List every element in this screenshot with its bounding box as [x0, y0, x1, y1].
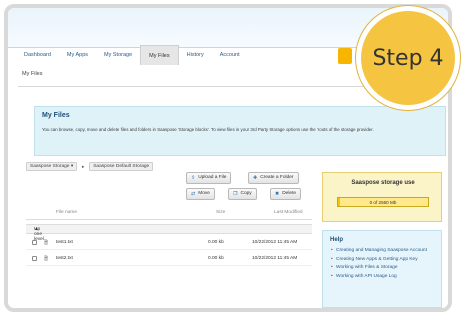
upload-label: Upload a File — [198, 175, 227, 180]
copy-button[interactable]: ❐ Copy — [228, 188, 257, 200]
file-name[interactable]: test1.txt — [56, 240, 73, 245]
copy-icon: ❐ — [233, 191, 238, 197]
step-label: Step 4 — [372, 45, 444, 71]
file-name[interactable]: test2.txt — [56, 256, 73, 261]
page-title: My Files — [22, 71, 43, 77]
table-row[interactable]: 🗎 test2.txt 0.00 kb 10/22/2012 11:45 AM — [26, 252, 312, 266]
delete-label: Delete — [282, 191, 297, 196]
row-checkbox[interactable] — [32, 240, 37, 245]
help-link[interactable]: Working with API Usage Log — [331, 274, 439, 281]
file-icon: 🗎 — [44, 241, 48, 246]
file-modified: 10/22/2012 11:45 AM — [252, 240, 298, 245]
storage-usage-panel: Saaspose storage use 0 of 2560 Mb — [322, 172, 442, 222]
nav-my-storage[interactable]: My Storage — [96, 45, 140, 65]
chevron-down-icon: ▾ — [70, 164, 74, 169]
move-icon: ⇄ — [191, 191, 196, 197]
help-link[interactable]: Creating New Apps & Getting App Key — [331, 257, 439, 264]
upload-icon: ⇪ — [191, 175, 196, 181]
storage-progress-bar: 0 of 2560 Mb — [337, 197, 429, 207]
step-badge: Step 4 — [356, 6, 460, 110]
move-button[interactable]: ⇄ Move — [186, 188, 215, 200]
info-text: You can browse, copy, move and delete fi… — [42, 127, 374, 132]
header-last-modified[interactable]: Last Modified — [274, 210, 303, 215]
create-folder-label: Create a Folder — [260, 175, 294, 180]
header-size[interactable]: Size — [216, 210, 225, 215]
nav-account[interactable]: Account — [212, 45, 248, 65]
storage-usage-text: 0 of 2560 Mb — [369, 200, 397, 205]
delete-button[interactable]: ✖ Delete — [270, 188, 302, 200]
help-link[interactable]: Creating and Managing Saaspose Account — [331, 248, 439, 255]
delete-icon: ✖ — [275, 191, 280, 197]
file-size: 0.00 kb — [208, 256, 224, 261]
upload-file-button[interactable]: ⇪ Upload a File — [186, 172, 232, 184]
storage-select-label: Saaspose Storage — [30, 164, 70, 169]
info-title: My Files — [42, 112, 70, 119]
table-row[interactable]: 🗎 test1.txt 0.00 kb 10/22/2012 11:45 AM — [26, 236, 312, 250]
row-checkbox[interactable] — [32, 256, 37, 261]
breadcrumb: Saaspose Storage ▾ ► Saaspose Default St… — [26, 162, 154, 171]
org-tab[interactable] — [338, 48, 352, 64]
nav-my-files[interactable]: My Files — [140, 45, 179, 65]
help-links: Creating and Managing Saaspose Account C… — [331, 248, 439, 282]
file-size: 0.00 kb — [208, 240, 224, 245]
table-header: File name Size Last Modified — [26, 208, 312, 220]
storage-select[interactable]: Saaspose Storage ▾ — [26, 162, 78, 171]
help-link[interactable]: Working with Files & Storage — [331, 265, 439, 272]
create-folder-button[interactable]: ✚ Create a Folder — [248, 172, 299, 184]
nav-dashboard[interactable]: Dashboard — [16, 45, 59, 65]
file-modified: 10/22/2012 11:45 AM — [252, 256, 298, 261]
storage-title: Saaspose storage use — [351, 180, 415, 186]
header-file-name[interactable]: File name — [56, 210, 77, 215]
nav-history[interactable]: History — [179, 45, 212, 65]
breadcrumb-location[interactable]: Saaspose Default Storage — [89, 162, 154, 171]
chevron-right-icon: ► — [81, 164, 86, 169]
nav-my-apps[interactable]: My Apps — [59, 45, 96, 65]
help-title: Help — [330, 237, 344, 243]
copy-label: Copy — [240, 191, 252, 196]
up-one-level-row[interactable]: ▲ Up one level — [26, 224, 312, 242]
info-panel: My Files You can browse, copy, move and … — [34, 106, 446, 156]
file-icon: 🗎 — [44, 257, 48, 262]
main-nav: Dashboard My Apps My Storage My Files Hi… — [16, 45, 248, 65]
folder-plus-icon: ✚ — [253, 175, 258, 181]
move-label: Move — [198, 191, 210, 196]
help-panel: Help Creating and Managing Saaspose Acco… — [322, 230, 442, 308]
